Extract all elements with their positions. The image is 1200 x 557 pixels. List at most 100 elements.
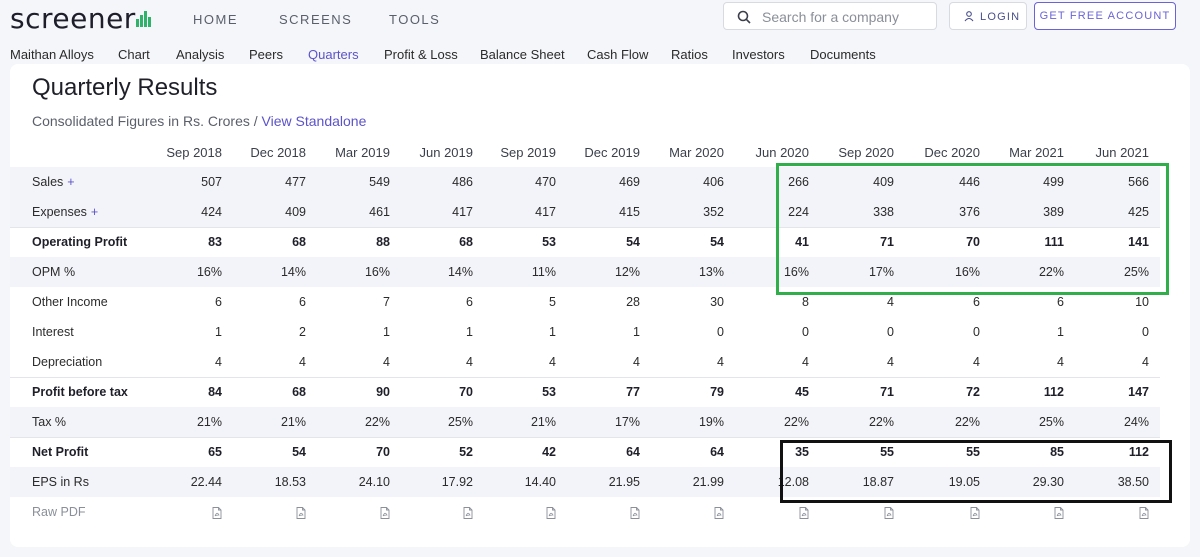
table-cell: 11% [484, 257, 567, 287]
table-cell: 28 [626, 295, 640, 309]
pdf-icon[interactable] [714, 506, 724, 519]
table-cell: 486 [401, 167, 484, 197]
table-cell: 16% [317, 257, 401, 287]
table-row: Net Profit 65 54 70 52 42 64 64 35 55 55 85 112 [10, 436, 1160, 467]
table-cell: 83 [150, 226, 233, 257]
table-row: Other Income 6 6 7 6 5 28 30 8 4 6 6 10 [10, 287, 1160, 317]
table-cell: 4 [802, 354, 809, 369]
table-cell: 25% [1075, 257, 1160, 287]
table-cell: 13% [651, 257, 735, 287]
table-cell: 0 [973, 325, 980, 339]
subnav-profit-loss[interactable]: Profit & Loss [384, 47, 458, 62]
table-cell: 4 [717, 354, 724, 369]
pdf-icon[interactable] [546, 506, 556, 519]
subnav-company-name[interactable]: Maithan Alloys [10, 47, 94, 62]
row-label-text: Expenses [32, 204, 87, 219]
row-label-text: EPS in Rs [32, 475, 89, 489]
table-cell: 1 [383, 325, 390, 339]
table-cell: 409 [820, 167, 905, 197]
search-input[interactable] [762, 7, 932, 27]
table-cell: 4 [973, 354, 980, 369]
subnav-peers[interactable]: Peers [249, 47, 283, 62]
table-cell: 21.99 [651, 467, 735, 497]
row-label-text: Other Income [32, 295, 108, 309]
table-cell: 19.05 [905, 467, 991, 497]
row-label-text: Interest [32, 325, 74, 339]
login-label: LOGIN [980, 11, 1021, 23]
table-cell: 21% [233, 407, 317, 437]
expand-plus-icon[interactable]: + [91, 205, 98, 219]
table-cell: 38.50 [1075, 467, 1160, 497]
table-cell: 22% [991, 257, 1075, 287]
subnav-quarters[interactable]: Quarters [308, 47, 359, 62]
table-cell: 352 [651, 197, 735, 227]
table-row: Expenses +424 409 461 417 417 415 352 224 338 376 3… [10, 197, 1160, 227]
table-cell: 21% [484, 407, 567, 437]
expand-plus-icon[interactable]: + [67, 175, 74, 189]
table-row: Sales +507 477 549 486 470 469 406 266 409 446 499 5… [10, 167, 1160, 197]
table-cell: 22% [317, 407, 401, 437]
table-cell: 72 [905, 376, 991, 407]
pdf-icon[interactable] [1054, 506, 1064, 519]
pdf-icon[interactable] [463, 506, 473, 519]
search-box[interactable] [723, 2, 937, 30]
nav-tools[interactable]: TOOLS [389, 12, 440, 27]
table-cell: 4 [887, 295, 894, 309]
quarterly-results-table: Sep 2018 Dec 2018 Mar 2019 Jun 2019 Sep … [10, 137, 1160, 527]
header-label-cell [10, 137, 150, 167]
table-cell: 7 [383, 295, 390, 309]
table-cell: 55 [820, 436, 905, 467]
pdf-icon[interactable] [630, 506, 640, 519]
pdf-cell [401, 497, 484, 527]
pdf-icon[interactable] [1139, 506, 1149, 519]
subnav-balance-sheet[interactable]: Balance Sheet [480, 47, 565, 62]
table-cell: 446 [905, 167, 991, 197]
subnav-documents[interactable]: Documents [810, 47, 876, 62]
login-button[interactable]: LOGIN [949, 2, 1027, 30]
raw-pdf-label: Raw PDF [32, 505, 86, 519]
get-free-account-button[interactable]: GET FREE ACCOUNT [1034, 2, 1176, 30]
table-cell: 111 [991, 226, 1075, 257]
table-cell: 25% [991, 407, 1075, 437]
table-cell: 17% [567, 407, 651, 437]
subnav-investors[interactable]: Investors [732, 47, 785, 62]
table-row: EPS in Rs 22.44 18.53 24.10 17.92 14.40 21.95 2… [10, 467, 1160, 497]
pdf-icon[interactable] [970, 506, 980, 519]
row-label[interactable]: Sales + [10, 167, 150, 197]
column-header: Sep 2019 [500, 144, 556, 160]
pdf-icon[interactable] [799, 506, 809, 519]
subnav-ratios[interactable]: Ratios [671, 47, 708, 62]
nav-screens[interactable]: SCREENS [279, 12, 352, 27]
row-label: OPM % [10, 257, 150, 287]
table-cell: 425 [1075, 197, 1160, 227]
row-label: Profit before tax [10, 376, 150, 407]
column-header: Sep 2018 [166, 144, 222, 160]
nav-home[interactable]: HOME [193, 12, 238, 27]
screener-logo[interactable]: screener [10, 2, 136, 35]
table-cell: 507 [150, 167, 233, 197]
table-cell: 45 [735, 376, 820, 407]
raw-pdf-row: Raw PDF [10, 497, 1160, 527]
subnav-cash-flow[interactable]: Cash Flow [587, 47, 648, 62]
table-cell: 25% [401, 407, 484, 437]
table-cell: 469 [567, 167, 651, 197]
pdf-icon[interactable] [380, 506, 390, 519]
row-label: EPS in Rs [10, 467, 150, 497]
pdf-icon[interactable] [296, 506, 306, 519]
table-cell: 54 [567, 226, 651, 257]
view-standalone-link[interactable]: View Standalone [262, 113, 367, 129]
table-cell: 4 [633, 354, 640, 369]
subnav-chart[interactable]: Chart [118, 47, 150, 62]
pdf-icon[interactable] [884, 506, 894, 519]
pdf-icon[interactable] [212, 506, 222, 519]
table-cell: 68 [233, 226, 317, 257]
table-cell: 70 [401, 376, 484, 407]
table-cell: 90 [317, 376, 401, 407]
table-row: Depreciation 4 4 4 4 4 4 4 4 4 4 4 4 [10, 347, 1160, 377]
table-cell: 22.44 [150, 467, 233, 497]
table-cell: 70 [905, 226, 991, 257]
row-label[interactable]: Expenses + [10, 197, 150, 227]
table-cell: 10 [1135, 295, 1149, 309]
table-cell: 29.30 [991, 467, 1075, 497]
subnav-analysis[interactable]: Analysis [176, 47, 224, 62]
